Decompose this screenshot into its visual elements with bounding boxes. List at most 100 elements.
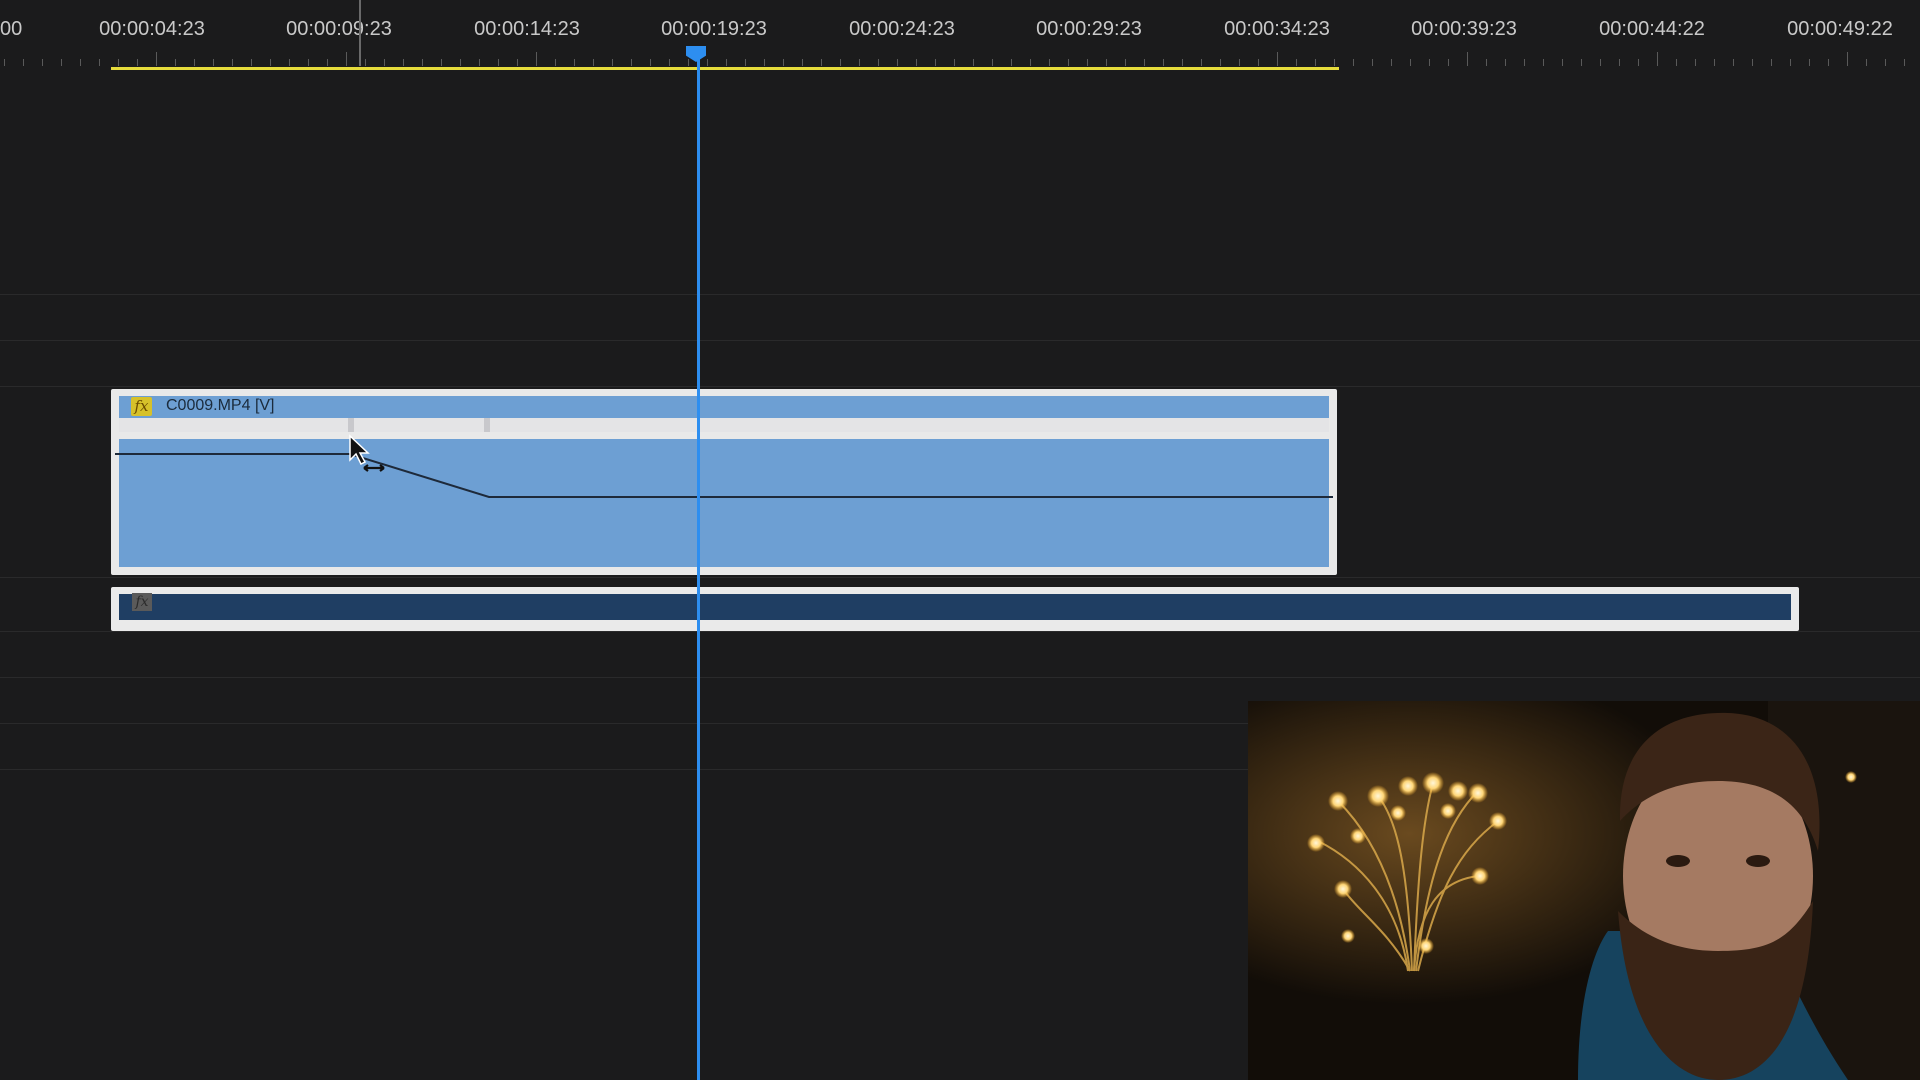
- ruler-tick: [1866, 59, 1867, 66]
- ruler-tick: [935, 59, 936, 66]
- ruler-tick: [612, 59, 613, 66]
- ruler-timecode: 00:00:19:23: [661, 18, 767, 40]
- ruler-tick: [1505, 59, 1506, 66]
- audio-clip[interactable]: fx: [111, 587, 1799, 631]
- track-divider: [0, 386, 1920, 387]
- ruler-tick: [61, 59, 62, 66]
- ruler-tick: [23, 59, 24, 66]
- ruler-tick: [1353, 59, 1354, 66]
- ruler-tick: [1144, 59, 1145, 66]
- ruler-tick: [1258, 59, 1259, 66]
- ruler-tick: [1885, 59, 1886, 66]
- time-ruler[interactable]: 00 00:00:04:23 00:00:09:23 00:00:14:23 0…: [0, 0, 1920, 72]
- ruler-tick: [536, 52, 537, 66]
- ruler-tick: [1030, 59, 1031, 66]
- ruler-tick: [80, 59, 81, 66]
- ruler-tick: [1372, 59, 1373, 66]
- ruler-tick: [1220, 59, 1221, 66]
- ruler-tick: [251, 59, 252, 66]
- ruler-tick: [916, 59, 917, 66]
- ruler-tick: [137, 59, 138, 66]
- ruler-tick: [1429, 59, 1430, 66]
- ruler-tick: [1695, 59, 1696, 66]
- ruler-tick: [783, 59, 784, 66]
- ruler-tick: [289, 59, 290, 66]
- ruler-tick: [1049, 59, 1050, 66]
- arrow-pointer-with-resize-icon: [349, 434, 385, 472]
- ruler-tick: [99, 59, 100, 66]
- fx-badge-icon[interactable]: fx: [132, 593, 152, 611]
- ruler-timecode: 00:00:09:23: [286, 18, 392, 40]
- ruler-timecode: 00:00:34:23: [1224, 18, 1330, 40]
- ruler-tick: [1182, 59, 1183, 66]
- ruler-timecode: 00:00:29:23: [1036, 18, 1142, 40]
- ruler-tick: [859, 59, 860, 66]
- ruler-timecode: 00:00:14:23: [474, 18, 580, 40]
- ruler-tick: [707, 59, 708, 66]
- ruler-tick: [593, 59, 594, 66]
- track-divider: [0, 677, 1920, 678]
- ruler-tick: [1277, 52, 1278, 66]
- ruler-timecode: 00:00:24:23: [849, 18, 955, 40]
- ruler-tick: [973, 59, 974, 66]
- ruler-tick: [840, 59, 841, 66]
- ruler-tick: [384, 59, 385, 66]
- ruler-tick: [1201, 59, 1202, 66]
- ruler-tick: [631, 59, 632, 66]
- ruler-tick: [1657, 52, 1658, 66]
- ruler-tick: [403, 59, 404, 66]
- ruler-tick: [1600, 59, 1601, 66]
- presenter-video-icon: [1248, 701, 1920, 1080]
- ruler-tick: [194, 59, 195, 66]
- ruler-tick: [308, 59, 309, 66]
- ruler-tick: [365, 59, 366, 66]
- audio-waveform: [119, 594, 1791, 620]
- ruler-tick: [1752, 59, 1753, 66]
- ruler-tick: [1733, 59, 1734, 66]
- ruler-tick: [422, 59, 423, 66]
- ruler-tick: [327, 59, 328, 66]
- ruler-tick: [1163, 59, 1164, 66]
- track-divider: [0, 577, 1920, 578]
- ruler-tick: [688, 59, 689, 66]
- ruler-tick: [992, 59, 993, 66]
- ruler-tick: [1068, 59, 1069, 66]
- ruler-tick: [1771, 59, 1772, 66]
- playhead-line[interactable]: [697, 56, 700, 1080]
- ruler-tick: [1790, 59, 1791, 66]
- ruler-timecode: 00:00:39:23: [1411, 18, 1517, 40]
- ruler-tick: [1125, 59, 1126, 66]
- ruler-tick: [1486, 59, 1487, 66]
- keyframe-handle: [484, 418, 490, 432]
- ruler-tick: [479, 59, 480, 66]
- ruler-tick: [270, 59, 271, 66]
- ruler-timecode: 00:00:04:23: [99, 18, 205, 40]
- ruler-tick: [1239, 59, 1240, 66]
- ruler-tick: [1087, 59, 1088, 66]
- ruler-tick: [574, 59, 575, 66]
- work-area-bar[interactable]: [111, 67, 1339, 70]
- ruler-tick: [1809, 59, 1810, 66]
- ruler-tick: [821, 59, 822, 66]
- ruler-tick: [1467, 52, 1468, 66]
- ruler-tick: [764, 59, 765, 66]
- video-clip[interactable]: fx C0009.MP4 [V]: [111, 389, 1337, 575]
- ruler-timecode: 00:00:44:22: [1599, 18, 1705, 40]
- track-divider: [0, 294, 1920, 295]
- in-point-marker: [359, 0, 361, 66]
- keyframe-handle: [348, 418, 354, 432]
- ruler-tick: [232, 59, 233, 66]
- ruler-tick: [1391, 59, 1392, 66]
- ruler-tick: [669, 59, 670, 66]
- ruler-tick: [517, 59, 518, 66]
- ruler-tick: [1581, 59, 1582, 66]
- ruler-tick: [118, 59, 119, 66]
- ruler-tick: [1714, 59, 1715, 66]
- ruler-tick: [1410, 59, 1411, 66]
- ruler-tick: [726, 59, 727, 66]
- ruler-tick: [1011, 59, 1012, 66]
- ruler-tick: [4, 59, 5, 66]
- track-divider: [0, 631, 1920, 632]
- ruler-tick: [1106, 59, 1107, 66]
- opacity-rubber-band[interactable]: [111, 389, 1337, 575]
